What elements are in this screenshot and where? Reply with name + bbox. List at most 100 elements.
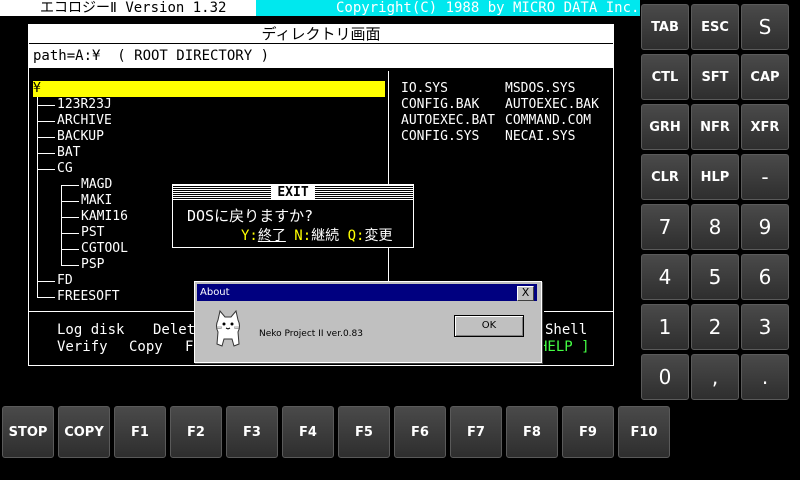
tree-item[interactable]: BACKUP bbox=[57, 129, 104, 145]
key-f3[interactable]: F3 bbox=[226, 406, 278, 458]
key-cap[interactable]: CAP bbox=[741, 54, 789, 100]
key-period[interactable]: . bbox=[741, 354, 789, 400]
key-xfr[interactable]: XFR bbox=[741, 104, 789, 150]
tree-branch bbox=[37, 153, 55, 154]
key-copy[interactable]: COPY bbox=[58, 406, 110, 458]
key-sft[interactable]: SFT bbox=[691, 54, 739, 100]
exit-dialog-title: EXIT bbox=[173, 185, 413, 201]
tree-branch bbox=[61, 249, 79, 250]
tree-item[interactable]: PST bbox=[81, 225, 104, 241]
exit-question: DOSに戻りますか? bbox=[187, 207, 314, 225]
tree-item[interactable]: MAGD bbox=[81, 177, 112, 193]
key-f4[interactable]: F4 bbox=[282, 406, 334, 458]
cmd-partial[interactable]: F bbox=[185, 339, 193, 355]
tree-branch bbox=[61, 233, 79, 234]
tree-item[interactable]: PSP bbox=[81, 257, 104, 273]
key-comma[interactable]: , bbox=[691, 354, 739, 400]
key-f8[interactable]: F8 bbox=[506, 406, 558, 458]
key-hlp[interactable]: HLP bbox=[691, 154, 739, 200]
tree-branch bbox=[61, 185, 79, 186]
tree-line bbox=[37, 97, 38, 297]
key-f9[interactable]: F9 bbox=[562, 406, 614, 458]
file-item[interactable]: IO.SYS bbox=[401, 81, 448, 97]
tree-item[interactable]: FREESOFT bbox=[57, 289, 120, 305]
key-grh[interactable]: GRH bbox=[641, 104, 689, 150]
about-dialog: About X Neko Project II ver.0.83 OK bbox=[194, 281, 542, 363]
status-bar: エコロジーⅡ Version 1.32 Copyright(C) 1988 by… bbox=[0, 0, 640, 16]
tree-branch bbox=[37, 281, 55, 282]
file-item[interactable]: CONFIG.SYS bbox=[401, 129, 479, 145]
cmd-help[interactable]: HELP ] bbox=[539, 339, 590, 355]
key-f7[interactable]: F7 bbox=[450, 406, 502, 458]
key-tab[interactable]: TAB bbox=[641, 4, 689, 50]
window-title: ディレクトリ画面 bbox=[29, 25, 613, 43]
about-title: About bbox=[200, 287, 230, 298]
key-clr[interactable]: CLR bbox=[641, 154, 689, 200]
tree-branch bbox=[37, 169, 55, 170]
key-5[interactable]: 5 bbox=[691, 254, 739, 300]
opt-y-key[interactable]: Y: bbox=[241, 228, 258, 244]
tree-item[interactable]: 123R23J bbox=[57, 97, 112, 113]
opt-n-label[interactable]: 継続 bbox=[311, 228, 339, 244]
key-minus[interactable]: - bbox=[741, 154, 789, 200]
key-f6[interactable]: F6 bbox=[394, 406, 446, 458]
key-stop[interactable]: STOP bbox=[2, 406, 54, 458]
tree-item[interactable]: KAMI16 bbox=[81, 209, 128, 225]
key-f5[interactable]: F5 bbox=[338, 406, 390, 458]
tree-branch bbox=[37, 121, 55, 122]
close-button[interactable]: X bbox=[517, 286, 534, 301]
tree-branch bbox=[61, 265, 79, 266]
about-title-bar[interactable]: About X bbox=[197, 284, 537, 301]
cmd-log-disk[interactable]: Log disk bbox=[57, 322, 124, 338]
about-message: Neko Project II ver.0.83 bbox=[259, 329, 363, 339]
file-item[interactable]: CONFIG.BAK bbox=[401, 97, 479, 113]
key-esc[interactable]: ESC bbox=[691, 4, 739, 50]
opt-n-key[interactable]: N: bbox=[294, 228, 311, 244]
key-2[interactable]: 2 bbox=[691, 304, 739, 350]
key-1[interactable]: 1 bbox=[641, 304, 689, 350]
ok-button[interactable]: OK bbox=[454, 315, 524, 337]
key-8[interactable]: 8 bbox=[691, 204, 739, 250]
tree-branch bbox=[61, 201, 79, 202]
file-item[interactable]: COMMAND.COM bbox=[505, 113, 591, 129]
file-item[interactable]: AUTOEXEC.BAT bbox=[401, 113, 495, 129]
copyright-text: Copyright(C) 1988 by MICRO DATA Inc. bbox=[336, 0, 640, 16]
tree-branch bbox=[37, 297, 55, 298]
exit-options: Y:終了 N:継続 Q:変更 bbox=[241, 225, 392, 245]
key-9[interactable]: 9 bbox=[741, 204, 789, 250]
key-f1[interactable]: F1 bbox=[114, 406, 166, 458]
cmd-copy[interactable]: Copy bbox=[129, 339, 163, 355]
key-ctl[interactable]: CTL bbox=[641, 54, 689, 100]
cmd-verify[interactable]: Verify bbox=[57, 339, 108, 355]
key-3[interactable]: 3 bbox=[741, 304, 789, 350]
opt-y-label[interactable]: 終了 bbox=[258, 228, 286, 244]
key-s[interactable]: S bbox=[741, 4, 789, 50]
opt-q-label[interactable]: 変更 bbox=[364, 228, 392, 244]
key-0[interactable]: 0 bbox=[641, 354, 689, 400]
tree-item[interactable]: MAKI bbox=[81, 193, 112, 209]
file-item[interactable]: NECAI.SYS bbox=[505, 129, 575, 145]
tree-item[interactable]: CGTOOL bbox=[81, 241, 128, 257]
key-f10[interactable]: F10 bbox=[618, 406, 670, 458]
cmd-delete[interactable]: Delet bbox=[153, 322, 195, 338]
opt-q-key[interactable]: Q: bbox=[348, 228, 365, 244]
tree-branch bbox=[61, 217, 79, 218]
file-item[interactable]: MSDOS.SYS bbox=[505, 81, 575, 97]
file-item[interactable]: AUTOEXEC.BAK bbox=[505, 97, 599, 113]
tree-line bbox=[61, 185, 62, 265]
cmd-shell[interactable]: Shell bbox=[545, 322, 587, 338]
key-nfr[interactable]: NFR bbox=[691, 104, 739, 150]
tree-item[interactable]: ARCHIVE bbox=[57, 113, 112, 129]
key-6[interactable]: 6 bbox=[741, 254, 789, 300]
key-4[interactable]: 4 bbox=[641, 254, 689, 300]
tree-item[interactable]: FD bbox=[57, 273, 73, 289]
tree-item[interactable]: BAT bbox=[57, 145, 80, 161]
tree-item-root[interactable]: ¥ bbox=[33, 81, 385, 97]
tree-branch bbox=[37, 137, 55, 138]
key-7[interactable]: 7 bbox=[641, 204, 689, 250]
path-text: path=A:¥ ( ROOT DIRECTORY ) bbox=[33, 48, 270, 64]
key-f2[interactable]: F2 bbox=[170, 406, 222, 458]
tree-item[interactable]: CG bbox=[57, 161, 73, 177]
cat-icon bbox=[215, 309, 241, 347]
path-bar: path=A:¥ ( ROOT DIRECTORY ) bbox=[29, 44, 613, 68]
